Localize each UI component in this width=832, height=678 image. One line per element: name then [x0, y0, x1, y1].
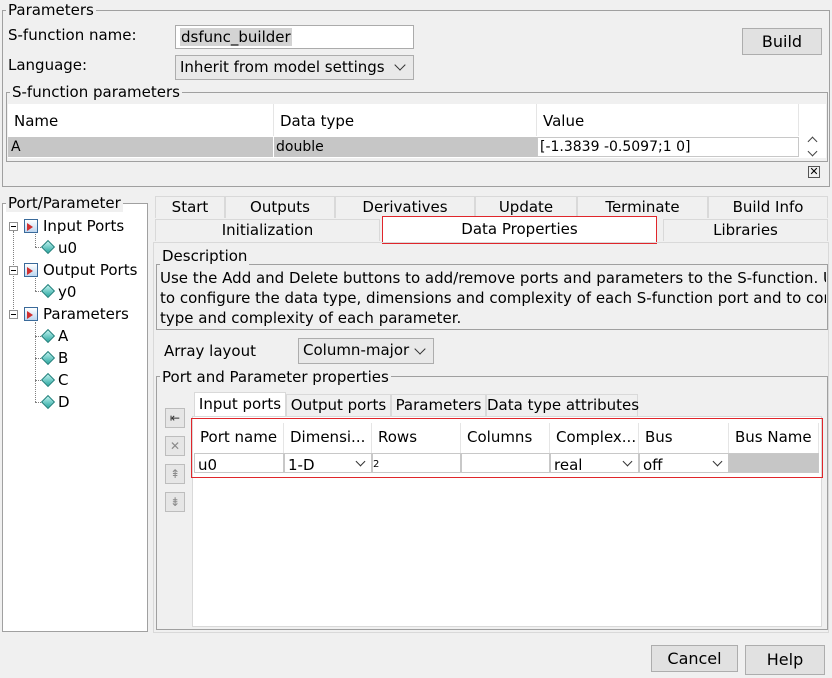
- port-tree-title: Port/Parameter: [6, 194, 123, 212]
- tree-item-parameters[interactable]: Parameters: [43, 304, 129, 324]
- tree-item-param-b[interactable]: B: [58, 348, 68, 368]
- collapse-icon[interactable]: [9, 310, 18, 319]
- sfunction-params-title: S-function parameters: [10, 83, 182, 101]
- subtab-input-ports[interactable]: Input ports: [194, 392, 286, 416]
- language-value: Inherit from model settings: [180, 58, 385, 76]
- tab-update[interactable]: Update: [475, 196, 577, 218]
- move-up-button[interactable]: ⇞: [165, 464, 185, 484]
- tree-line: [35, 234, 36, 247]
- table-row[interactable]: A double [-1.3839 -0.5097;1 0]: [8, 137, 799, 157]
- tab-outputs[interactable]: Outputs: [225, 196, 335, 218]
- param-value-cell[interactable]: [-1.3839 -0.5097;1 0]: [537, 137, 799, 157]
- tree-item-output-ports[interactable]: Output Ports: [43, 260, 137, 280]
- parameters-icon: [24, 307, 38, 321]
- tab-libraries[interactable]: Libraries: [663, 219, 828, 241]
- col-header-data-type[interactable]: Data type: [274, 104, 537, 136]
- params-scrollbar[interactable]: [803, 104, 823, 158]
- tab-derivatives[interactable]: Derivatives: [335, 196, 475, 218]
- delete-port-button[interactable]: ✕: [165, 436, 185, 456]
- col-header-value[interactable]: Value: [537, 104, 799, 136]
- move-down-button[interactable]: ⇟: [165, 492, 185, 512]
- tree-item-param-d[interactable]: D: [58, 392, 70, 412]
- collapse-icon[interactable]: [9, 222, 18, 231]
- help-button[interactable]: Help: [745, 645, 825, 675]
- param-data-type-cell[interactable]: double: [274, 137, 537, 157]
- tree-line: [35, 322, 36, 402]
- description-line: to configure the data type, dimensions a…: [160, 289, 826, 307]
- sfunction-name-field[interactable]: dsfunc_builder: [175, 25, 414, 49]
- tab-data-properties[interactable]: Data Properties: [382, 216, 657, 244]
- chevron-down-icon: [394, 59, 406, 71]
- array-layout-dropdown[interactable]: Column-major: [298, 338, 434, 364]
- output-port-icon: [24, 263, 38, 277]
- subtab-output-ports[interactable]: Output ports: [286, 394, 391, 416]
- scroll-up-icon[interactable]: [807, 136, 818, 147]
- subtab-data-type-attributes[interactable]: Data type attributes: [486, 394, 639, 416]
- description-title: Description: [160, 247, 250, 265]
- tree-item-u0[interactable]: u0: [58, 238, 77, 258]
- input-port-icon: [24, 219, 38, 233]
- description-text: Use the Add and Delete buttons to add/re…: [160, 268, 826, 326]
- parameters-group-title: Parameters: [6, 1, 96, 19]
- col-header-name[interactable]: Name: [8, 104, 274, 136]
- chevron-down-icon: [414, 343, 426, 355]
- sfunction-name-value: dsfunc_builder: [180, 28, 292, 46]
- tree-item-param-a[interactable]: A: [58, 326, 68, 346]
- collapse-icon[interactable]: [9, 266, 18, 275]
- cancel-button[interactable]: Cancel: [651, 645, 738, 672]
- language-dropdown[interactable]: Inherit from model settings: [175, 55, 414, 80]
- highlight-box: [191, 418, 823, 478]
- array-layout-value: Column-major: [303, 341, 410, 359]
- build-button[interactable]: Build: [742, 28, 822, 55]
- sfunction-params-table: Name Data type Value A double [-1.3839 -…: [8, 104, 826, 158]
- add-port-button[interactable]: ⇤: [165, 408, 185, 428]
- tab-initialization[interactable]: Initialization: [155, 219, 380, 241]
- subtab-parameters[interactable]: Parameters: [391, 394, 486, 416]
- language-label: Language:: [8, 56, 88, 74]
- array-layout-label: Array layout: [164, 342, 256, 360]
- sfunction-name-label: S-function name:: [8, 26, 137, 44]
- param-name-cell[interactable]: A: [8, 137, 273, 157]
- close-icon[interactable]: ✕: [808, 166, 820, 178]
- tree-item-input-ports[interactable]: Input Ports: [43, 216, 124, 236]
- tab-terminate[interactable]: Terminate: [577, 196, 708, 218]
- tab-build-info[interactable]: Build Info: [708, 196, 828, 218]
- description-line: type and complexity of each parameter.: [160, 309, 462, 326]
- tree-item-y0[interactable]: y0: [58, 282, 76, 302]
- tab-start[interactable]: Start: [155, 196, 225, 218]
- tree-item-param-c[interactable]: C: [58, 370, 68, 390]
- description-line: Use the Add and Delete buttons to add/re…: [160, 269, 826, 287]
- tree-line: [35, 278, 36, 291]
- pp-properties-title: Port and Parameter properties: [160, 368, 391, 386]
- scroll-down-icon[interactable]: [807, 146, 818, 157]
